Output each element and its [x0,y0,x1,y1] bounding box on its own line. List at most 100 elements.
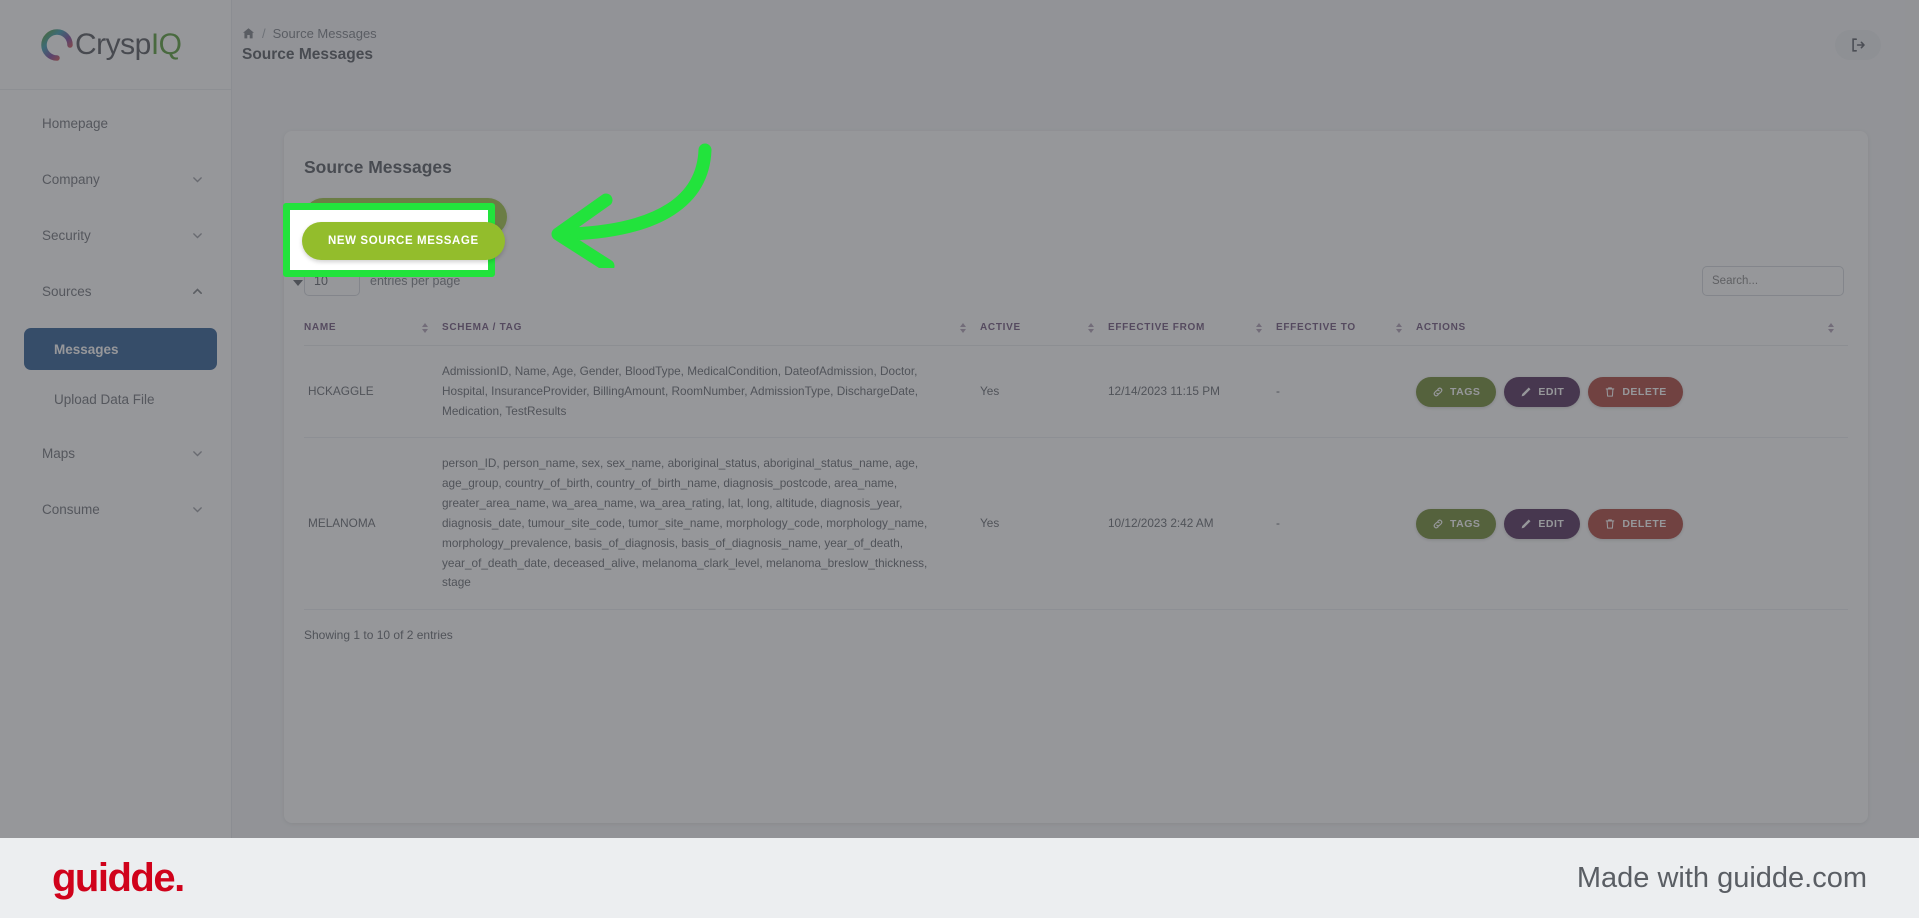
column-header-schema-tag[interactable]: SCHEMA / TAG [442,312,980,346]
breadcrumb-block: / Source Messages Source Messages [242,26,377,64]
cell-effective-to: - [1276,345,1416,439]
sidebar-nav: Homepage Company Security Sources Messag… [0,90,231,528]
edit-button[interactable]: EDIT [1504,508,1581,539]
table-controls: 10 entries per page [284,244,1868,296]
card-title: Source Messages [304,157,452,177]
sort-icon[interactable] [1828,322,1834,333]
entries-per-page-group: 10 entries per page [293,266,461,296]
tags-button-label: TAGS [1450,385,1481,398]
table-header-row: NAME SCHEMA / TAG ACTIVE EFFECTIVE FROM … [304,312,1848,346]
column-header-name[interactable]: NAME [304,312,442,346]
cell-schema: person_ID, person_name, sex, sex_name, a… [442,437,980,611]
column-header-actions[interactable]: ACTIONS [1416,312,1848,346]
edit-button-label: EDIT [1538,517,1565,530]
tags-button-label: TAGS [1450,517,1481,530]
sidebar-item-consume[interactable]: Consume [0,490,231,528]
cell-schema: AdmissionID, Name, Age, Gender, BloodTyp… [442,345,980,439]
chevron-down-icon [193,232,202,238]
cell-actions: TAGS EDIT DELETE [1416,345,1848,439]
sort-icon[interactable] [960,322,966,333]
chevron-down-icon [193,176,202,182]
cell-active: Yes [980,437,1108,611]
tags-button[interactable]: TAGS [1416,508,1497,539]
tags-button[interactable]: TAGS [1416,376,1497,407]
column-label: NAME [304,322,337,333]
link-icon [1433,387,1443,397]
sort-icon[interactable] [1256,322,1262,333]
cell-actions: TAGS EDIT DELETE [1416,437,1848,611]
sidebar-item-label: Consume [42,501,100,517]
delete-button-label: DELETE [1622,385,1667,398]
edit-button[interactable]: EDIT [1504,376,1581,407]
sidebar-item-label: Sources [42,283,92,299]
sidebar-item-upload-data-file[interactable]: Upload Data File [24,378,217,420]
trash-icon [1606,387,1615,397]
home-icon[interactable] [242,27,255,40]
cell-effective-from: 12/14/2023 11:15 PM [1108,345,1276,439]
application-screen: CryspIQ Homepage Company Security Source… [0,0,1919,838]
table-row[interactable]: MELANOMA person_ID, person_name, sex, se… [304,437,1848,611]
column-header-effective-from[interactable]: EFFECTIVE FROM [1108,312,1276,346]
column-header-effective-to[interactable]: EFFECTIVE TO [1276,312,1416,346]
table-row[interactable]: HCKAGGLE AdmissionID, Name, Age, Gender,… [304,345,1848,439]
column-header-active[interactable]: ACTIVE [980,312,1108,346]
sort-icon[interactable] [422,322,428,333]
top-bar: / Source Messages Source Messages [232,0,1919,90]
sidebar-item-company[interactable]: Company [0,160,231,198]
breadcrumb-current[interactable]: Source Messages [273,26,377,41]
sidebar-item-label: Maps [42,445,76,461]
edit-button-label: EDIT [1538,385,1565,398]
sidebar-item-sources[interactable]: Sources [0,272,231,310]
table-body: HCKAGGLE AdmissionID, Name, Age, Gender,… [304,345,1848,611]
sidebar-item-homepage[interactable]: Homepage [0,104,231,142]
logout-icon [1852,38,1865,52]
cell-effective-to: - [1276,437,1416,611]
delete-button-label: DELETE [1622,517,1667,530]
chevron-down-icon [193,506,202,512]
search-input[interactable] [1702,266,1844,296]
pencil-icon [1522,387,1531,397]
sidebar-item-maps[interactable]: Maps [0,434,231,472]
column-label: ACTIVE [980,322,1021,333]
source-messages-table: NAME SCHEMA / TAG ACTIVE EFFECTIVE FROM … [304,312,1848,611]
card-action-row: NEW SOURCE MESSAGE [284,178,1868,236]
guidde-made-with-text: Made with guidde.com [1576,861,1867,894]
entries-per-page-label: entries per page [370,274,461,288]
brand-name: CryspIQ [75,27,182,61]
column-label: SCHEMA / TAG [442,322,523,333]
guidde-logo: guidde. [52,855,185,900]
cell-name: HCKAGGLE [304,345,442,439]
brand-logo[interactable]: CryspIQ [0,0,231,90]
link-icon [1433,519,1443,529]
crysp-circle-logo-icon [40,28,74,62]
logout-button[interactable] [1835,30,1881,60]
sidebar: CryspIQ Homepage Company Security Source… [0,0,232,838]
cell-active: Yes [980,345,1108,439]
source-messages-card: Source Messages NEW SOURCE MESSAGE 10 en… [284,131,1868,823]
sidebar-item-label: Homepage [42,115,109,131]
chevron-down-icon [293,279,303,286]
delete-button[interactable]: DELETE [1588,508,1683,539]
page-title: Source Messages [242,46,373,63]
guidde-branding-bar: guidde. Made with guidde.com [0,838,1919,918]
chevron-up-icon [193,287,202,294]
entries-per-page-select[interactable]: 10 [304,266,360,296]
sidebar-item-label: Upload Data File [54,391,155,407]
pencil-icon [1522,519,1531,529]
table-footer-text: Showing 1 to 10 of 2 entries [304,628,453,643]
column-label: ACTIONS [1416,322,1466,333]
trash-icon [1606,519,1615,529]
new-source-message-button[interactable]: NEW SOURCE MESSAGE [304,198,507,236]
breadcrumb: / Source Messages [242,26,377,41]
cell-name: MELANOMA [304,437,442,611]
sidebar-item-security[interactable]: Security [0,216,231,254]
sidebar-item-messages[interactable]: Messages [24,328,217,370]
sort-icon[interactable] [1396,322,1402,333]
sidebar-item-label: Messages [54,341,119,357]
sidebar-item-label: Company [42,171,100,187]
sidebar-item-label: Security [42,227,91,243]
breadcrumb-separator: / [262,26,266,41]
sort-icon[interactable] [1088,322,1094,333]
delete-button[interactable]: DELETE [1588,376,1683,407]
chevron-down-icon [193,450,202,456]
